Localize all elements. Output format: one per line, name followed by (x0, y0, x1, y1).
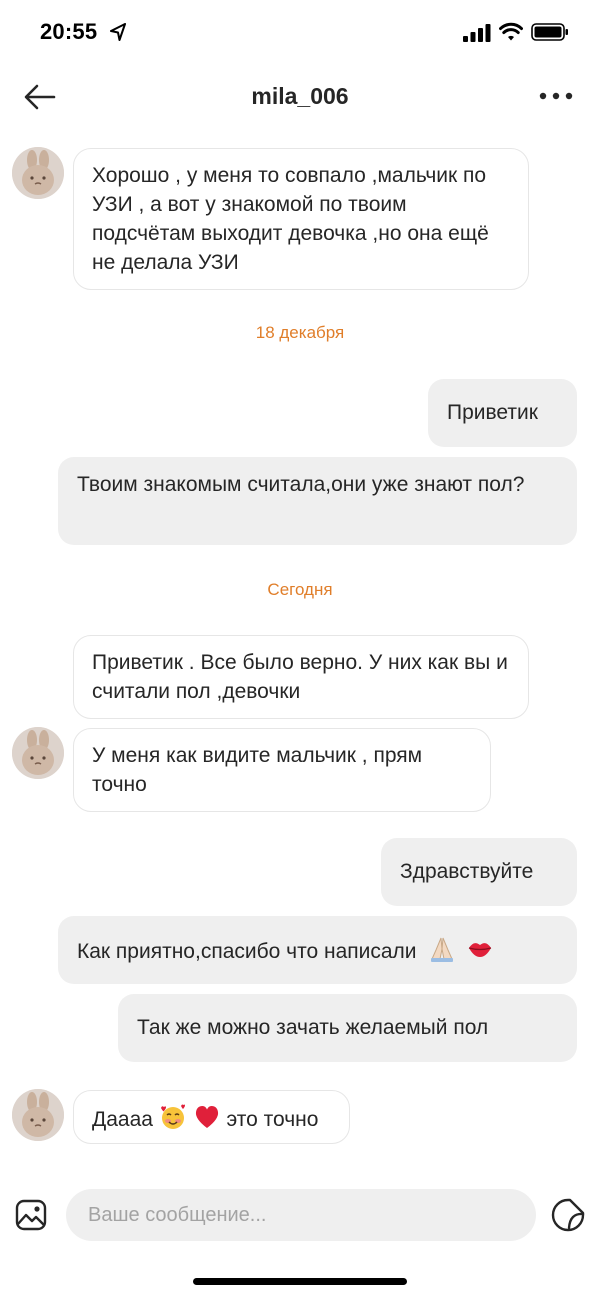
date-separator: 18 декабря (255, 323, 345, 342)
outgoing-message[interactable]: Приветик (428, 379, 577, 447)
cellular-signal-icon (463, 24, 491, 42)
avatar-image (12, 727, 64, 779)
status-time: 20:55 (40, 19, 98, 44)
status-bar: 20:55 (0, 0, 600, 64)
gallery-image-icon[interactable] (14, 1198, 48, 1232)
outgoing-message[interactable]: Здравствуйте (381, 838, 577, 906)
incoming-message[interactable]: У меня как видите мальчик , прям точно (73, 728, 491, 812)
message-input[interactable] (66, 1189, 536, 1241)
message-text: Как приятно,спасибо что написали (77, 940, 417, 963)
outgoing-message[interactable]: Как приятно,спасибо что написали (58, 916, 577, 984)
praying-hands-emoji-icon (431, 937, 454, 962)
message-text: это точно (226, 1108, 319, 1131)
avatar-image (12, 1089, 64, 1141)
more-options-icon[interactable] (538, 86, 574, 106)
smiling-face-with-hearts-emoji-icon (160, 1104, 185, 1129)
outgoing-message[interactable]: Так же можно зачать желаемый пол (118, 994, 577, 1062)
avatar[interactable] (12, 1089, 64, 1141)
battery-icon (531, 23, 568, 41)
back-arrow-icon[interactable] (22, 82, 58, 112)
wifi-icon (499, 22, 523, 41)
home-indicator (193, 1278, 407, 1285)
incoming-message[interactable]: Приветик . Все было верно. У них как вы … (73, 635, 529, 719)
message-composer (0, 1186, 600, 1244)
avatar[interactable] (12, 727, 64, 779)
message-text: Даааа (92, 1108, 153, 1131)
kiss-lips-emoji-icon (469, 943, 492, 957)
date-separator: Сегодня (267, 580, 333, 599)
avatar[interactable] (12, 147, 64, 199)
incoming-message[interactable]: Даааа это точно (73, 1090, 350, 1144)
avatar-image (12, 147, 64, 199)
chat-username[interactable]: mila_006 (150, 83, 450, 110)
chat-header: mila_006 (0, 64, 600, 130)
red-heart-emoji-icon (195, 1106, 218, 1128)
sticker-icon[interactable] (550, 1197, 586, 1233)
outgoing-message[interactable]: Твоим знакомым считала,они уже знают пол… (58, 457, 577, 545)
incoming-message[interactable]: Хорошо , у меня то совпало ,мальчик по У… (73, 148, 529, 290)
location-arrow-icon (110, 23, 126, 41)
